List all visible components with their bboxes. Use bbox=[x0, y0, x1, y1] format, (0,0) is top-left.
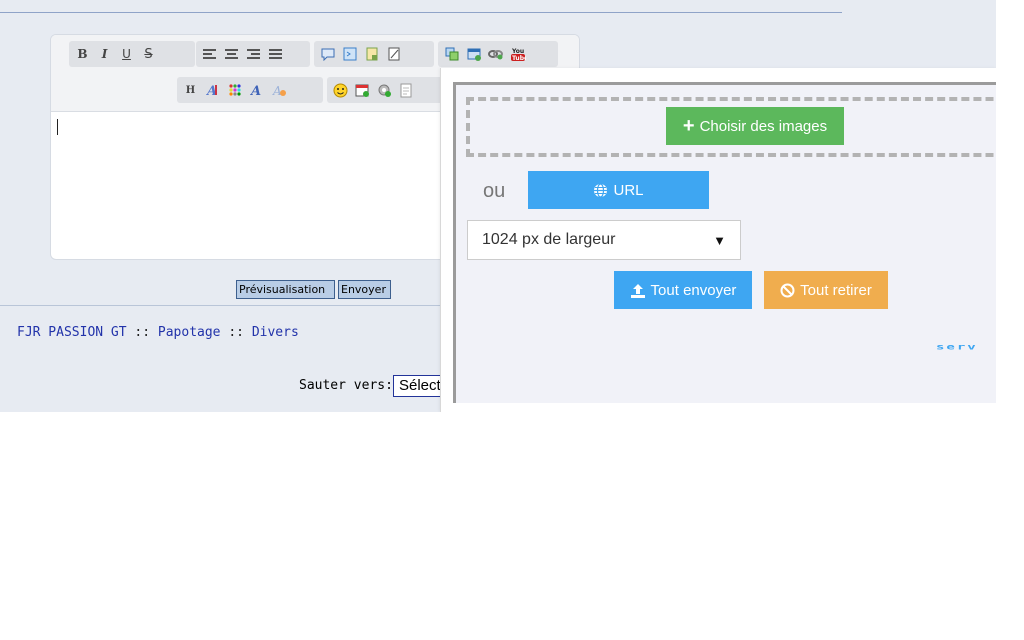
underline-button[interactable]: U bbox=[118, 46, 135, 63]
send-button[interactable]: Envoyer bbox=[338, 280, 391, 299]
divider bbox=[0, 305, 440, 306]
remove-all-label: Tout retirer bbox=[800, 281, 872, 299]
color-icon[interactable] bbox=[226, 82, 243, 99]
justify-icon[interactable] bbox=[267, 46, 284, 63]
resize-select[interactable]: 1024 px de largeur ▼ bbox=[467, 220, 741, 260]
code-icon[interactable] bbox=[341, 46, 358, 63]
upload-icon bbox=[630, 283, 646, 298]
insert-group bbox=[314, 41, 434, 67]
italic-button[interactable]: I bbox=[96, 46, 113, 63]
dropdown-arrow-icon: ▼ bbox=[713, 232, 726, 248]
strikethrough-button[interactable]: S bbox=[140, 46, 157, 63]
globe-icon bbox=[593, 182, 608, 198]
image-upload-panel: + Choisir des images ou URL 1024 px de l… bbox=[440, 68, 996, 412]
font-icon[interactable]: A bbox=[248, 82, 265, 99]
remove-all-button[interactable]: Tout retirer bbox=[764, 271, 888, 309]
breadcrumb-category[interactable]: Papotage bbox=[158, 325, 221, 340]
url-button[interactable]: URL bbox=[528, 171, 709, 209]
resize-select-value: 1024 px de largeur bbox=[482, 231, 616, 248]
breadcrumb-site[interactable]: FJR PASSION GT bbox=[17, 325, 127, 340]
link-icon[interactable] bbox=[487, 46, 504, 63]
bold-button[interactable]: B bbox=[74, 46, 91, 63]
spoiler-icon[interactable] bbox=[363, 46, 380, 63]
text-style-group: B I U S bbox=[69, 41, 195, 67]
send-all-label: Tout envoyer bbox=[650, 281, 737, 299]
breadcrumb-forum[interactable]: Divers bbox=[252, 325, 299, 340]
clear-format-icon[interactable]: A bbox=[270, 82, 287, 99]
svg-text:Tube: Tube bbox=[512, 55, 526, 62]
choose-images-label: Choisir des images bbox=[699, 117, 828, 135]
ban-icon bbox=[780, 283, 795, 298]
breadcrumb: FJR PASSION GT :: Papotage :: Divers bbox=[17, 325, 299, 340]
breadcrumb-separator: :: bbox=[126, 325, 158, 340]
header-button[interactable]: H bbox=[182, 82, 199, 99]
upload-frame: + Choisir des images ou URL 1024 px de l… bbox=[453, 82, 996, 403]
breadcrumb-separator: :: bbox=[220, 325, 252, 340]
text-cursor bbox=[57, 119, 58, 135]
font-size-icon[interactable]: A bbox=[204, 82, 221, 99]
choose-images-button[interactable]: + Choisir des images bbox=[666, 107, 844, 145]
or-label: ou bbox=[483, 180, 506, 202]
media-group: YouTube bbox=[438, 41, 558, 67]
divider bbox=[0, 12, 842, 13]
align-group bbox=[196, 41, 310, 67]
plus-icon: + bbox=[682, 115, 695, 137]
svg-text:A: A bbox=[250, 84, 261, 97]
forum-page: B I U S You Tub H A A A Prévisualisation… bbox=[0, 0, 996, 412]
hide-icon[interactable] bbox=[385, 46, 402, 63]
url-label: URL bbox=[613, 181, 644, 199]
service-logo: serv bbox=[936, 343, 978, 352]
send-all-button[interactable]: Tout envoyer bbox=[614, 271, 752, 309]
page-icon[interactable] bbox=[398, 82, 415, 99]
jump-label: Sauter vers: bbox=[299, 378, 393, 393]
quote-icon[interactable] bbox=[319, 46, 336, 63]
image-icon[interactable] bbox=[443, 46, 460, 63]
svg-text:You: You bbox=[511, 48, 524, 55]
preview-button[interactable]: Prévisualisation bbox=[236, 280, 335, 299]
align-right-icon[interactable] bbox=[245, 46, 262, 63]
date-icon[interactable] bbox=[354, 82, 371, 99]
svg-text:A: A bbox=[272, 84, 282, 97]
settings-icon[interactable] bbox=[376, 82, 393, 99]
host-image-icon[interactable] bbox=[465, 46, 482, 63]
youtube-icon[interactable]: YouTube bbox=[509, 46, 526, 63]
smiley-icon[interactable] bbox=[332, 82, 349, 99]
align-center-icon[interactable] bbox=[223, 46, 240, 63]
align-left-icon[interactable] bbox=[201, 46, 218, 63]
format-group: H A A A bbox=[177, 77, 323, 103]
